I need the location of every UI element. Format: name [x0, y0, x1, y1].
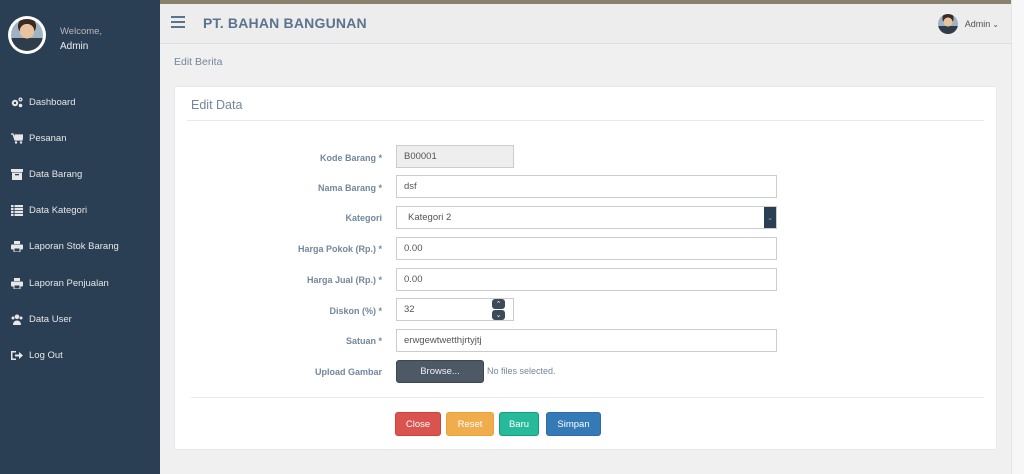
- kategori-label: Kategori: [345, 213, 382, 223]
- upload-gambar-label: Upload Gambar: [314, 367, 382, 377]
- sidebar-item-label: Data Kategori: [29, 205, 88, 217]
- kode-barang-label: Kode Barang *: [319, 153, 382, 163]
- sidebar: Welcome, Admin Dashboard Pesanan Data Ba…: [0, 0, 160, 474]
- harga-pokok-label: Harga Pokok (Rp.) *: [297, 244, 382, 254]
- sidebar-item-data-barang[interactable]: Data Barang: [0, 156, 160, 192]
- top-navbar: PT. BAHAN BANGUNAN Admin ⌄: [160, 4, 1011, 44]
- kategori-select[interactable]: Kategori 2 ⌄: [396, 206, 777, 229]
- browse-button[interactable]: Browse...: [396, 360, 484, 383]
- chevron-down-icon[interactable]: ⌄: [492, 310, 505, 320]
- sidebar-menu: Dashboard Pesanan Data Barang Data Kateg…: [0, 84, 160, 374]
- breadcrumb: Edit Berita: [174, 56, 223, 68]
- sidebar-item-laporan-stok[interactable]: Laporan Stok Barang: [0, 229, 160, 265]
- users-icon: [10, 313, 24, 325]
- welcome-text: Welcome,: [60, 26, 103, 37]
- harga-jual-input[interactable]: 0.00: [396, 268, 777, 291]
- sidebar-item-label: Log Out: [29, 349, 63, 361]
- sidebar-item-label: Data Barang: [29, 168, 83, 180]
- harga-pokok-input[interactable]: 0.00: [396, 237, 777, 260]
- divider: [187, 120, 984, 121]
- chevron-down-icon: ⌄: [992, 19, 999, 29]
- sidebar-item-data-kategori[interactable]: Data Kategori: [0, 193, 160, 229]
- edit-panel: Edit Data Kode Barang * B00001 Nama Bara…: [174, 86, 997, 450]
- print-icon: [10, 277, 24, 289]
- quantity-stepper[interactable]: ⌃ ⌄: [492, 299, 505, 320]
- new-button[interactable]: Baru: [499, 412, 539, 436]
- sidebar-item-label: Pesanan: [29, 132, 67, 144]
- menu-toggle-icon[interactable]: [171, 16, 185, 28]
- close-button[interactable]: Close: [395, 412, 441, 436]
- sign-out-icon: [10, 349, 24, 361]
- diskon-label: Diskon (%) *: [329, 306, 382, 316]
- list-icon: [10, 205, 24, 217]
- cogs-icon: [10, 96, 24, 108]
- sidebar-item-label: Laporan Penjualan: [29, 277, 109, 289]
- divider: [191, 397, 984, 398]
- nama-barang-input[interactable]: dsf: [396, 175, 777, 198]
- sidebar-item-laporan-penjualan[interactable]: Laporan Penjualan: [0, 265, 160, 301]
- satuan-input[interactable]: erwgewtwetthjrtyjtj: [396, 329, 777, 352]
- box-icon: [10, 168, 24, 180]
- scrollbar[interactable]: [1011, 0, 1024, 474]
- sidebar-item-data-user[interactable]: Data User: [0, 301, 160, 337]
- sidebar-item-label: Dashboard: [29, 96, 76, 108]
- cart-icon: [10, 132, 24, 144]
- reset-button[interactable]: Reset: [446, 412, 494, 436]
- select-arrow-icon: ⌄: [764, 207, 776, 228]
- user-avatar: [937, 14, 958, 34]
- diskon-value: 32: [404, 304, 415, 315]
- diskon-input[interactable]: 32 ⌃ ⌄: [396, 298, 514, 321]
- avatar: [8, 16, 46, 54]
- brand-title: PT. BAHAN BANGUNAN: [203, 15, 367, 31]
- kategori-value: Kategori 2: [408, 212, 452, 223]
- nama-barang-label: Nama Barang *: [317, 183, 382, 193]
- user-dropdown[interactable]: Admin ⌄: [937, 14, 999, 34]
- chevron-up-icon[interactable]: ⌃: [492, 299, 505, 309]
- user-name: Admin: [964, 19, 991, 29]
- sidebar-item-pesanan[interactable]: Pesanan: [0, 120, 160, 156]
- sidebar-item-log-out[interactable]: Log Out: [0, 337, 160, 373]
- sidebar-item-label: Laporan Stok Barang: [29, 241, 119, 253]
- sidebar-item-dashboard[interactable]: Dashboard: [0, 84, 160, 120]
- file-status: No files selected.: [487, 366, 556, 376]
- sidebar-item-label: Data User: [29, 313, 72, 325]
- panel-title: Edit Data: [191, 98, 243, 112]
- save-button[interactable]: Simpan: [546, 412, 601, 436]
- kode-barang-input: B00001: [396, 145, 514, 168]
- harga-jual-label: Harga Jual (Rp.) *: [306, 275, 382, 285]
- profile: Welcome, Admin: [8, 16, 158, 56]
- satuan-label: Satuan *: [345, 336, 382, 346]
- print-icon: [10, 241, 24, 253]
- profile-name: Admin: [60, 41, 89, 52]
